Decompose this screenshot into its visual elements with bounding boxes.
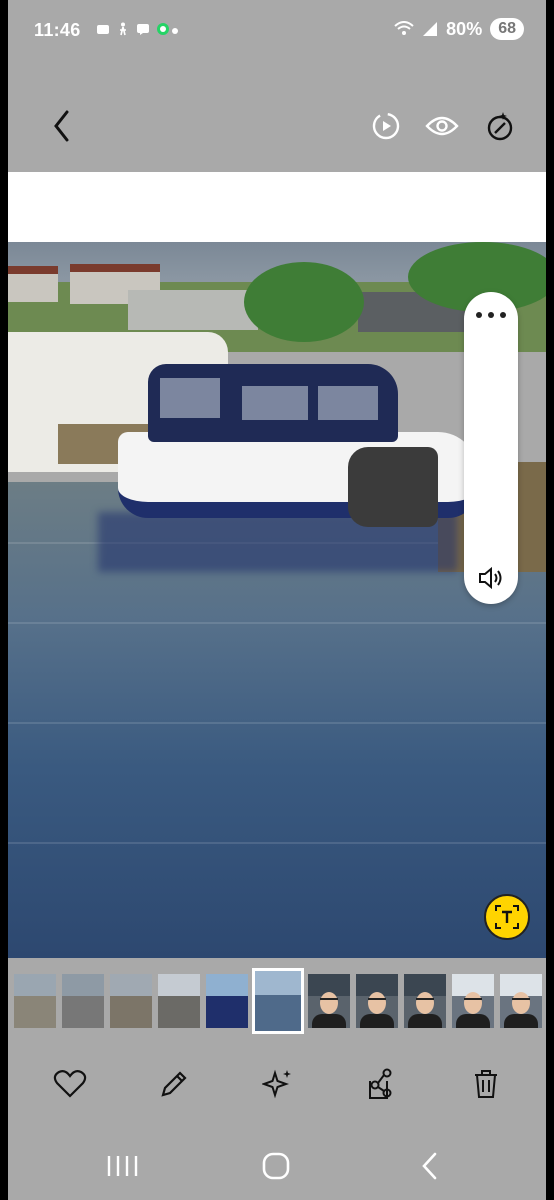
water-ripple [8, 842, 546, 844]
messages-icon [137, 24, 149, 35]
photo-tree [244, 262, 364, 342]
edit-button[interactable] [156, 1066, 192, 1102]
battery-text: 80% [446, 18, 483, 39]
view-button[interactable] [422, 106, 462, 146]
status-right: 80% 68 [394, 18, 524, 40]
thumbnail-active[interactable] [252, 968, 304, 1034]
extract-text-button[interactable] [484, 894, 530, 940]
bottom-action-bar [8, 1060, 546, 1110]
walk-icon [120, 22, 126, 36]
heart-icon [53, 1070, 87, 1098]
favorite-button[interactable] [52, 1066, 88, 1102]
more-dots-icon[interactable] [476, 312, 506, 320]
thumbnail-selfie[interactable] [404, 974, 446, 1028]
recent-apps-button[interactable] [104, 1148, 140, 1184]
share-icon [369, 1068, 392, 1099]
pencil-icon [161, 1071, 187, 1097]
photo-roof [70, 264, 160, 272]
motion-photo-button[interactable] [366, 106, 406, 146]
left-edge [0, 0, 8, 1200]
remaster-button[interactable] [480, 106, 520, 146]
trash-icon [475, 1070, 497, 1098]
battery-pill: 68 [490, 18, 524, 40]
wifi-icon [394, 21, 414, 35]
share-button[interactable] [362, 1066, 398, 1102]
photo-top-margin [8, 172, 546, 242]
thumbnail-selfie[interactable] [356, 974, 398, 1028]
ai-edit-button[interactable] [260, 1066, 296, 1102]
home-icon [262, 1152, 290, 1180]
thumbnail[interactable] [206, 974, 248, 1028]
top-app-bar [8, 90, 546, 160]
status-time: 11:46 [34, 20, 81, 40]
status-notification-icons [96, 22, 170, 36]
notification-icon [97, 25, 109, 34]
home-button[interactable] [258, 1148, 294, 1184]
thumbnail[interactable] [110, 974, 152, 1028]
whatsapp-icon [157, 23, 169, 35]
thumbnail-selfie[interactable] [308, 974, 350, 1028]
gallery-viewer-screen: 11:46 80% 68 [0, 0, 554, 1200]
photo-boat-window [318, 386, 378, 420]
chevron-left-icon [54, 110, 69, 142]
photo-outboard-motor [348, 447, 438, 527]
photo-boat-window [160, 378, 220, 418]
right-edge [546, 0, 554, 1200]
photo-roof [8, 266, 58, 274]
text-extract-icon [495, 905, 519, 929]
main-photo[interactable] [8, 242, 546, 958]
sparkle-icon [262, 1069, 291, 1099]
remaster-icon [487, 112, 513, 141]
volume-slider[interactable] [464, 292, 518, 604]
thumbnail-selfie[interactable] [452, 974, 494, 1028]
signal-icon [423, 22, 438, 36]
photo-boat-window [242, 386, 308, 420]
system-back-button[interactable] [412, 1148, 448, 1184]
thumbnail-strip [8, 968, 546, 1034]
eye-icon [425, 116, 459, 136]
status-dot [172, 28, 178, 34]
water-ripple [8, 722, 546, 724]
back-button[interactable] [42, 106, 82, 146]
photo-boat-canopy [148, 364, 398, 442]
thumbnail[interactable] [14, 974, 56, 1028]
status-bar: 11:46 80% 68 [0, 0, 554, 62]
water-ripple [8, 622, 546, 624]
motion-photo-icon [372, 112, 400, 140]
recent-apps-icon [107, 1156, 138, 1176]
photo-building [8, 272, 58, 302]
thumbnail[interactable] [158, 974, 200, 1028]
back-icon [422, 1152, 437, 1180]
speaker-icon[interactable] [475, 562, 507, 594]
delete-button[interactable] [468, 1066, 504, 1102]
system-nav-bar [8, 1140, 546, 1190]
photo-building [128, 290, 258, 330]
thumbnail-selfie[interactable] [500, 974, 542, 1028]
thumbnail[interactable] [62, 974, 104, 1028]
